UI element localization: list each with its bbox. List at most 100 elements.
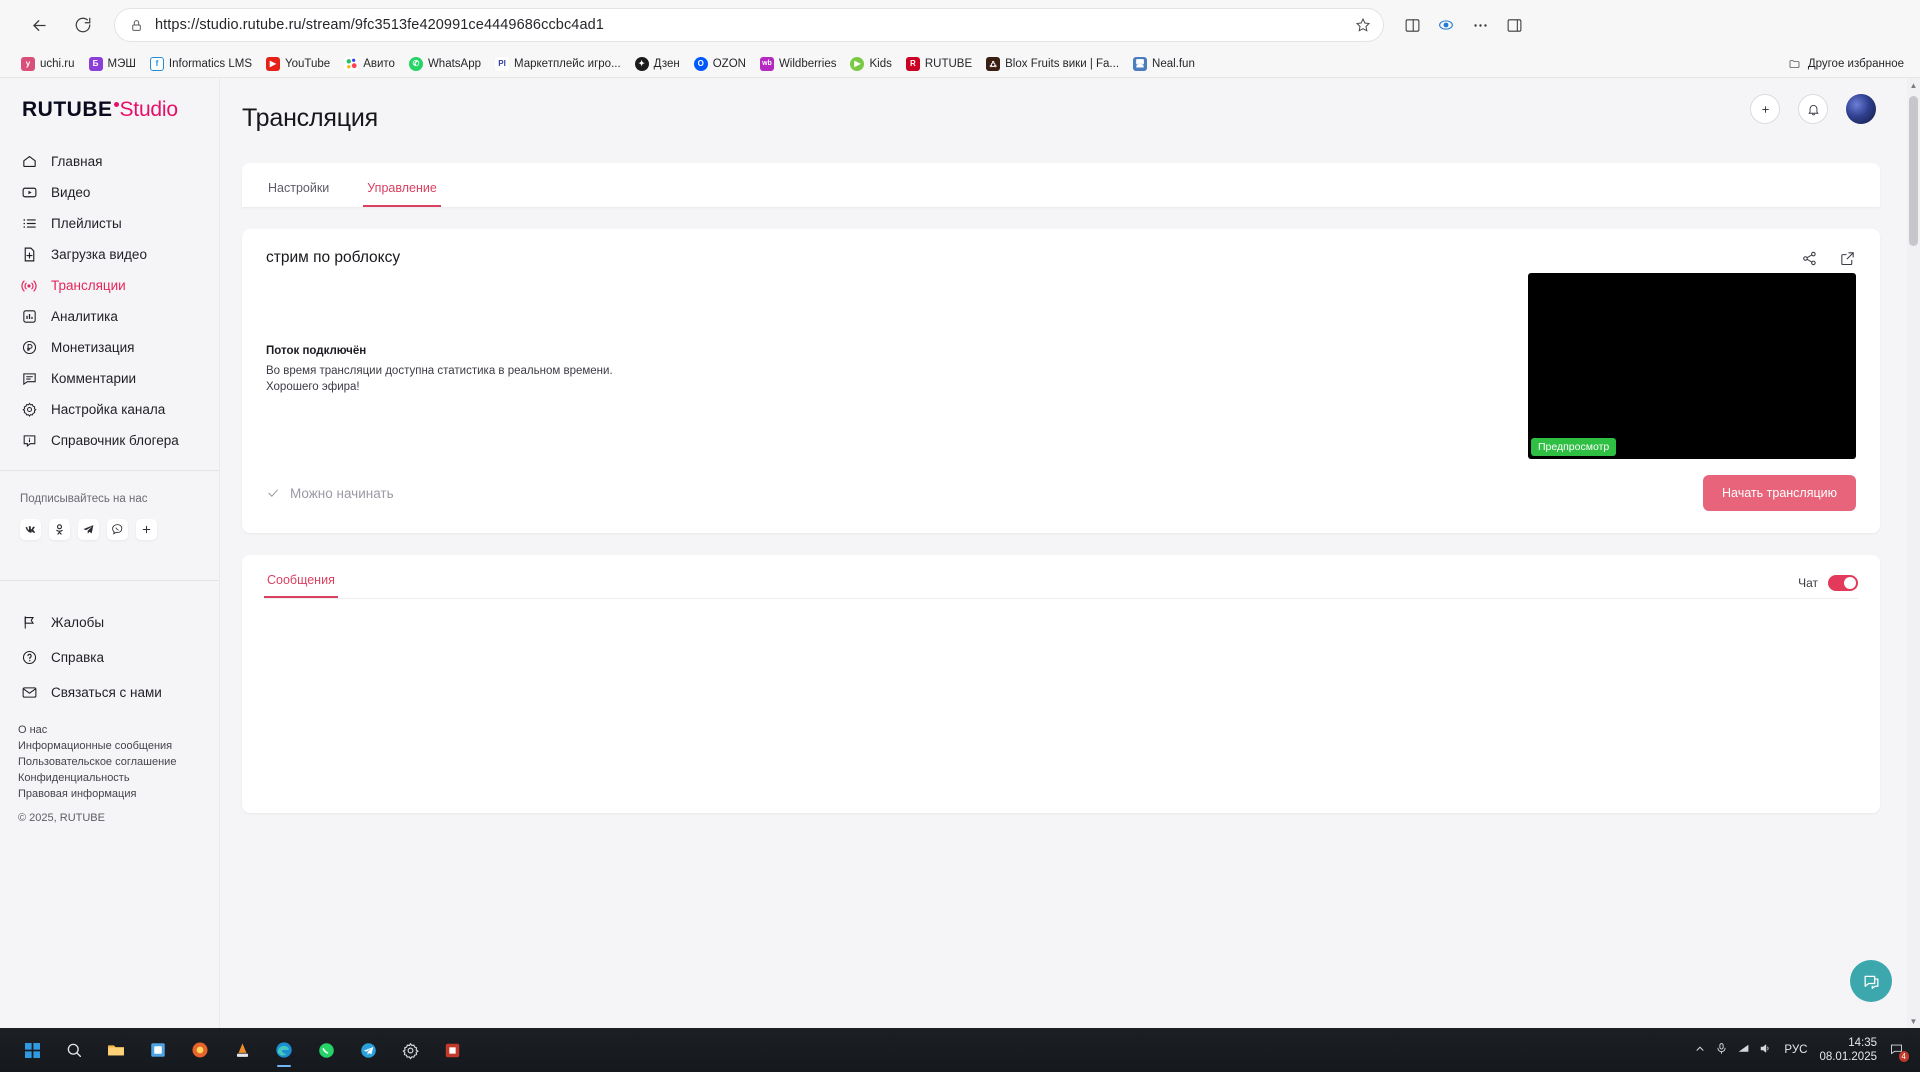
chat-toggle-label: Чат [1798,576,1818,590]
legal-link[interactable]: Пользовательское соглашение [18,756,199,768]
tab-settings[interactable]: Настройки [264,181,333,207]
whatsapp-icon[interactable] [306,1031,346,1069]
notification-count: 4 [1898,1051,1909,1062]
reload-button[interactable] [66,8,100,42]
add-video-icon[interactable] [1750,94,1780,124]
legal-link[interactable]: Информационные сообщения [18,740,199,752]
other-bookmarks-button[interactable]: Другое избранное [1782,55,1910,73]
logo-studio-text: Studio [119,98,179,121]
sidebar-item-analytics[interactable]: Аналитика [0,301,219,332]
scrollbar-thumb[interactable] [1909,96,1918,246]
vk-icon[interactable] [20,519,41,540]
bookmark-label: Авито [363,57,395,70]
preview-badge: Предпросмотр [1531,438,1617,456]
sidebar-item-complaints[interactable]: Жалобы [0,607,219,638]
bookmark-item[interactable]: O OZON [687,55,753,73]
start-windows-icon[interactable] [12,1031,52,1069]
bookmark-item[interactable]: Б МЭШ [82,55,143,73]
bookmark-item[interactable]: f Informatics LMS [143,55,259,73]
sidebar-item-label: Комментарии [51,371,137,386]
bookmark-item[interactable]: 🜛 Blox Fruits вики | Fa... [979,55,1126,73]
chat-toggle[interactable] [1828,575,1858,591]
viber-icon[interactable] [107,519,128,540]
subscribe-title: Подписывайтесь на нас [20,493,148,505]
bookmark-label: Wildberries [778,57,837,70]
bookmark-item[interactable]: ✆ WhatsApp [402,55,488,73]
open-external-icon[interactable] [1838,249,1856,267]
app-icon[interactable] [432,1031,472,1069]
bookmark-item[interactable]: у uchi.ru [14,55,82,73]
bookmark-item[interactable]: R RUTUBE [899,55,979,73]
back-button[interactable] [22,8,56,42]
sidebar-item-contact-us[interactable]: Связаться с нами [0,677,219,708]
address-bar[interactable]: https://studio.rutube.ru/stream/9fc3513f… [114,8,1384,42]
bookmark-label: RUTUBE [924,57,973,70]
microphone-icon[interactable] [1715,1042,1728,1058]
bookmark-star-icon[interactable] [1355,17,1371,33]
show-hidden-icons[interactable] [1694,1043,1706,1058]
sidebar-item-upload[interactable]: Загрузка видео [0,239,219,270]
sidebar-item-video[interactable]: Видео [0,177,219,208]
sidebar-item-label: Аналитика [51,309,118,324]
stream-header: стрим по роблоксу [266,249,1856,267]
telegram-icon[interactable] [348,1031,388,1069]
clock[interactable]: 14:35 08.01.2025 [1819,1036,1877,1064]
tab-messages[interactable]: Сообщения [264,573,338,598]
rutube-studio-logo[interactable]: RUTUBE Studio [0,98,219,122]
tab-management[interactable]: Управление [363,181,441,207]
file-explorer-icon[interactable] [96,1031,136,1069]
bookmark-item[interactable]: 🖥 Neal.fun [1126,55,1202,73]
copilot-icon[interactable] [1430,9,1462,41]
plus-icon[interactable] [136,519,157,540]
status-line-1: Во время трансляции доступна статистика … [266,365,613,377]
notification-bell-icon[interactable] [1798,94,1828,124]
bookmark-item[interactable]: ▶ Kids [843,55,898,73]
share-icon[interactable] [1800,249,1818,267]
sidebar-item-playlists[interactable]: Плейлисты [0,208,219,239]
sidebar-item-label: Связаться с нами [51,685,162,700]
logo-rutube-text: RUTUBE [22,98,113,121]
split-screen-icon[interactable] [1396,9,1428,41]
sidebar-item-channel-settings[interactable]: Настройка канала [0,394,219,425]
sidebar-item-comments[interactable]: Комментарии [0,363,219,394]
network-icon[interactable] [1737,1042,1750,1058]
browser-alt-icon[interactable] [180,1031,220,1069]
legal-link[interactable]: Правовая информация [18,788,199,800]
search-icon[interactable] [54,1031,94,1069]
sidebar-item-monetization[interactable]: Монетизация [0,332,219,363]
bookmark-item[interactable]: ✦ Дзен [628,55,687,73]
legal-link[interactable]: Конфиденциальность [18,772,199,784]
start-broadcast-button[interactable]: Начать трансляцию [1703,475,1856,511]
bookmark-label: OZON [712,57,746,70]
notification-center-icon[interactable]: 4 [1889,1041,1909,1062]
bookmark-item[interactable]: Авито [337,55,402,73]
bookmark-item[interactable]: wb Wildberries [753,55,844,73]
scroll-up-arrow[interactable]: ▲ [1907,78,1920,92]
avatar[interactable] [1846,94,1876,124]
legal-link[interactable]: О нас [18,724,199,736]
telegram-icon[interactable] [78,519,99,540]
video-preview[interactable]: Предпросмотр [1528,273,1856,459]
settings-icon[interactable] [390,1031,430,1069]
sidebar-item-label: Загрузка видео [51,247,147,262]
sidebar-item-home[interactable]: Главная [0,146,219,177]
edge-icon[interactable] [264,1031,304,1069]
vlc-icon[interactable] [222,1031,262,1069]
bookmark-item[interactable]: PI Маркетплейс игро... [488,55,628,73]
sidebar-item-help[interactable]: Справка [0,642,219,673]
volume-icon[interactable] [1759,1042,1772,1058]
page-scrollbar[interactable]: ▲ ▼ [1907,78,1920,1028]
sidebar-item-broadcasts[interactable]: Трансляции [0,270,219,301]
odnoklassniki-icon[interactable] [49,519,70,540]
scroll-down-arrow[interactable]: ▼ [1907,1014,1920,1028]
feedback-button[interactable] [1850,960,1892,1002]
sidebar-toggle-icon[interactable] [1498,9,1530,41]
bookmark-item[interactable]: ▶ YouTube [259,55,337,73]
sidebar-item-label: Справка [51,650,104,665]
sidebar-item-blogger-guide[interactable]: Справочник блогера [0,425,219,456]
language-indicator[interactable]: РУС [1784,1044,1807,1056]
informatics-icon: f [149,56,164,71]
store-icon[interactable] [138,1031,178,1069]
more-options-icon[interactable] [1464,9,1496,41]
url-text: https://studio.rutube.ru/stream/9fc3513f… [155,17,604,33]
